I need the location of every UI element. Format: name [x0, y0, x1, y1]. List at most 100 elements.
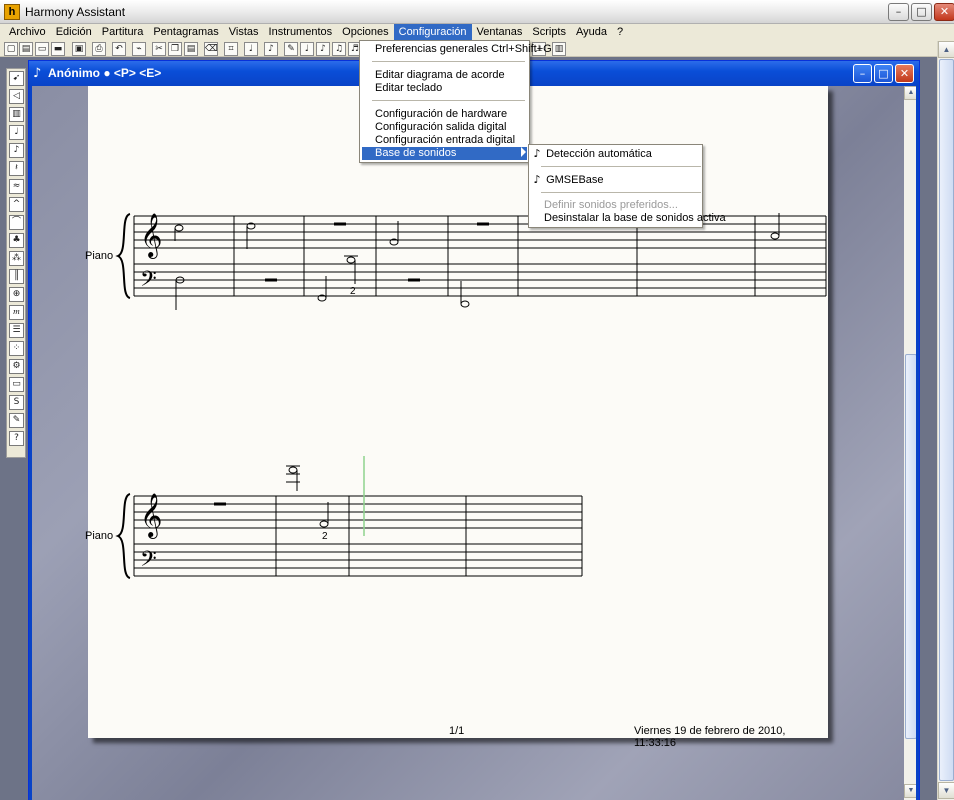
menu-item-diagrama-acorde[interactable]: Editar diagrama de acorde — [362, 69, 527, 82]
eighth-note-icon[interactable]: ♪ — [9, 143, 24, 158]
doc-maximize-button[interactable]: □ — [874, 64, 893, 83]
grid-icon[interactable]: ⁘ — [9, 341, 24, 356]
treble-clef-2: 𝄞 — [140, 493, 162, 539]
lyrics-icon[interactable]: ☰ — [9, 323, 24, 338]
app-title-bar: h Harmony Assistant – □ ✕ — [0, 0, 954, 24]
folder-icon[interactable]: ▬ — [51, 42, 65, 56]
treble-clef: 𝄞 — [140, 213, 162, 259]
tempo-icon[interactable]: ⊕ — [9, 287, 24, 302]
bass-clef-2: 𝄢 — [140, 547, 157, 577]
menu-archivo[interactable]: Archivo — [4, 24, 51, 41]
menu-vistas[interactable]: Vistas — [224, 24, 264, 41]
menu-pentagramas[interactable]: Pentagramas — [148, 24, 223, 41]
cursor-icon[interactable]: ➹ — [9, 71, 24, 86]
check-note-icon: ♪ — [533, 147, 541, 160]
help-icon[interactable]: ? — [9, 431, 24, 446]
gmsebase-label: GMSEBase — [546, 174, 604, 186]
app-logo-icon: h — [4, 4, 20, 20]
bass-clef: 𝄢 — [140, 267, 157, 297]
music-note-icon: ♪ — [33, 66, 42, 81]
submenu-arrow-icon — [521, 147, 526, 157]
rest-icon[interactable]: 𝄽 — [9, 161, 24, 176]
check-note-icon: ♪ — [533, 173, 541, 186]
fingering-1: 2 — [350, 286, 356, 297]
menu-item-deteccion[interactable]: ♪ Detección automática — [531, 147, 701, 160]
print-icon[interactable]: ⎙ — [92, 42, 106, 56]
menu-item-entrada-digital[interactable]: Configuración entrada digital — [362, 134, 527, 147]
new-icon[interactable]: ▢ — [4, 42, 18, 56]
menu-configuracion[interactable]: Configuración — [393, 24, 472, 41]
menu-item-gmsebase[interactable]: ♪ GMSEBase — [531, 173, 701, 186]
menubar: Archivo Edición Partitura Pentagramas Vi… — [0, 24, 954, 41]
menu-partitura[interactable]: Partitura — [97, 24, 149, 41]
fingering-2: 2 — [322, 531, 328, 542]
menu-item-preferencias[interactable]: Preferencias generales Ctrl+Shift+G — [362, 43, 552, 56]
pen-icon[interactable]: ✎ — [9, 413, 24, 428]
speaker-icon[interactable]: ◁ — [9, 89, 24, 104]
quarter-note-icon[interactable]: ♩ — [300, 42, 314, 56]
redo-icon[interactable]: ⌁ — [132, 42, 146, 56]
staff-label-2: Piano — [85, 530, 114, 542]
scroll-up-arrow-icon[interactable]: ▲ — [938, 41, 954, 58]
score-window: ♪ Anónimo ● <P> <E> – □ ✕ 𝄞 𝄢 𝄞 𝄢 Piano … — [28, 60, 920, 800]
chord-icon[interactable]: ♣ — [9, 233, 24, 248]
close-button[interactable]: ✕ — [934, 3, 954, 21]
app-title: Harmony Assistant — [25, 5, 126, 19]
bar-icon[interactable]: ▭ — [9, 377, 24, 392]
score-timestamp: Viernes 19 de febrero de 2010, 11:33:16 — [634, 725, 786, 749]
maximize-button[interactable]: □ — [911, 3, 932, 21]
minimize-button[interactable]: – — [888, 3, 909, 21]
select-icon[interactable]: ⌗ — [224, 42, 238, 56]
undo-icon[interactable]: ↶ — [112, 42, 126, 56]
system-1 — [115, 213, 827, 299]
menu-item-base-sonidos[interactable]: Base de sonidos — [362, 147, 527, 160]
menu-item-definir-sonidos: Definir sonidos preferidos... — [544, 199, 678, 211]
config-menu: Preferencias generales Ctrl+Shift+G Edit… — [359, 40, 552, 163]
menu-help[interactable]: ? — [612, 24, 628, 41]
tuplet-icon[interactable]: ⁂ — [9, 251, 24, 266]
save-icon[interactable]: ▣ — [72, 42, 86, 56]
menu-item-teclado[interactable]: Editar teclado — [362, 82, 527, 95]
menu-item-salida-digital[interactable]: Configuración salida digital — [362, 121, 527, 134]
menu-item-desinstalar[interactable]: Desinstalar la base de sonidos activa — [531, 212, 726, 225]
doc-minimize-button[interactable]: – — [853, 64, 872, 83]
accent-icon[interactable]: ^ — [9, 197, 24, 212]
tool-palette: ➹ ◁ ▥ ♩ ♪ 𝄽 ≈ ^ ⌒ ♣ ⁂ ║ ⊕ 𝆐 ☰ ⁘ ⚙ ▭ S ✎ … — [6, 68, 26, 458]
ornament-icon[interactable]: ≈ — [9, 179, 24, 194]
paste-icon[interactable]: ▤ — [184, 42, 198, 56]
measure-icon[interactable]: ║ — [9, 269, 24, 284]
score-title: Anónimo ● <P> <E> — [48, 66, 162, 80]
cut-icon[interactable]: ✂ — [152, 42, 166, 56]
doc-close-button[interactable]: ✕ — [895, 64, 914, 83]
menu-scripts[interactable]: Scripts — [527, 24, 571, 41]
menu-ventanas[interactable]: Ventanas — [472, 24, 528, 41]
menu-ayuda[interactable]: Ayuda — [571, 24, 612, 41]
note-icon[interactable]: ♩ — [244, 42, 258, 56]
keyboard-icon[interactable]: ▥ — [9, 107, 24, 122]
scroll-down-arrow-icon[interactable]: ▼ — [938, 782, 954, 799]
eighth-note-icon[interactable]: ♪ — [316, 42, 330, 56]
scroll-thumb[interactable] — [939, 59, 954, 781]
fermata-icon[interactable]: ⌒ — [9, 215, 24, 230]
menu-opciones[interactable]: Opciones — [337, 24, 393, 41]
copy-icon[interactable]: ❐ — [168, 42, 182, 56]
eraser-icon[interactable]: ⌫ — [204, 42, 218, 56]
pencil-icon[interactable]: ✎ — [284, 42, 298, 56]
note-icon[interactable]: ♩ — [9, 125, 24, 140]
gear-icon[interactable]: ⚙ — [9, 359, 24, 374]
menu-edicion[interactable]: Edición — [51, 24, 97, 41]
piano-icon[interactable]: ▥ — [552, 42, 566, 56]
rhythm-icon[interactable]: ♪ — [264, 42, 278, 56]
menu-item-hardware[interactable]: Configuración de hardware — [362, 108, 527, 121]
score-canvas[interactable]: 𝄞 𝄢 𝄞 𝄢 Piano Piano 2 2 1/1 Viernes 19 d… — [32, 86, 904, 800]
menu-instrumentos[interactable]: Instrumentos — [264, 24, 338, 41]
beamed-notes-icon[interactable]: ♫ — [332, 42, 346, 56]
dynamics-icon[interactable]: 𝆐 — [9, 305, 24, 320]
new-doc-icon[interactable]: ▤ — [19, 42, 33, 56]
main-vertical-scrollbar[interactable]: ▲ ▼ — [937, 41, 954, 800]
page-number: 1/1 — [449, 725, 465, 737]
score-page[interactable]: 𝄞 𝄢 𝄞 𝄢 Piano Piano 2 2 1/1 Viernes 19 d… — [85, 86, 828, 749]
open-icon[interactable]: ▭ — [35, 42, 49, 56]
sound-base-submenu: ♪ Detección automática ♪ GMSEBase Defini… — [528, 144, 726, 228]
s-icon[interactable]: S — [9, 395, 24, 410]
